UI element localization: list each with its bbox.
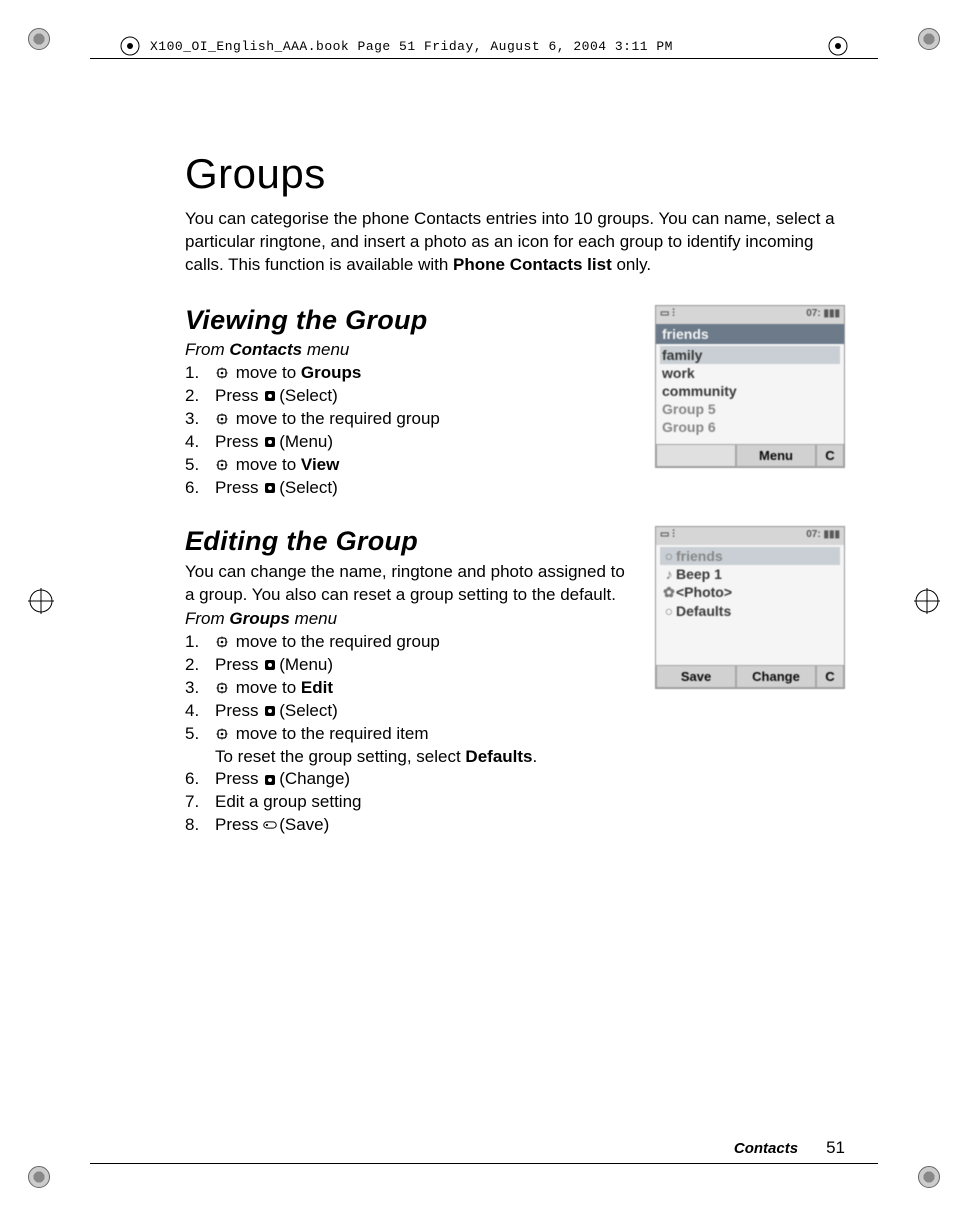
step-item: 5. move to View — [185, 454, 635, 477]
intro-bold: Phone Contacts list — [453, 255, 612, 274]
step-item: 2.Press (Select) — [185, 385, 635, 408]
list-item: ✿<Photo> — [660, 583, 840, 602]
ss-body: familyworkcommunityGroup 5Group 6 — [656, 344, 844, 444]
step-item: 4.Press (Select) — [185, 700, 635, 723]
sel-key-icon — [263, 431, 277, 454]
ss-title: friends — [656, 324, 844, 344]
step-item: 3. move to Edit — [185, 677, 635, 700]
softkey-left — [656, 444, 736, 467]
sel-key-icon — [263, 700, 277, 723]
list-item: work — [660, 364, 840, 382]
nav-key-icon — [215, 677, 229, 700]
step-item: 7.Edit a group setting — [185, 791, 635, 814]
sel-key-icon — [263, 769, 277, 792]
editing-screenshot: ▭ ⫶ 07: ▮▮▮ ○friends♪Beep 1✿<Photo>○Defa… — [655, 526, 845, 689]
step-item: 1. move to Groups — [185, 362, 635, 385]
list-item: community — [660, 382, 840, 400]
nav-key-icon — [215, 408, 229, 431]
list-item: family — [660, 346, 840, 364]
list-item: ○Defaults — [660, 602, 840, 620]
nav-key-icon — [215, 454, 229, 477]
footer-page-number: 51 — [826, 1138, 845, 1158]
step-item: 6.Press (Select) — [185, 477, 635, 500]
editing-desc: You can change the name, ringtone and ph… — [185, 561, 635, 607]
editing-steps: 1. move to the required group2.Press (Me… — [185, 631, 635, 838]
intro-paragraph: You can categorise the phone Contacts en… — [185, 208, 845, 277]
nav-key-icon — [215, 723, 229, 746]
viewing-from-line: From Contacts menu — [185, 340, 635, 360]
viewing-screenshot: ▭ ⫶ 07: ▮▮▮ friends familyworkcommunityG… — [655, 305, 845, 468]
nav-key-icon — [215, 362, 229, 385]
editing-from-line: From Groups menu — [185, 609, 635, 629]
nav-key-icon — [215, 631, 229, 654]
ss-status-right: 07: ▮▮▮ — [806, 308, 840, 322]
list-item: ♪Beep 1 — [660, 565, 840, 583]
header-rule — [90, 58, 878, 59]
ss-body: ○friends♪Beep 1✿<Photo>○Defaults — [656, 545, 844, 665]
step-item: 4.Press (Menu) — [185, 431, 635, 454]
ss-status-left: ▭ ⫶ — [660, 308, 675, 322]
sel-key-icon — [263, 654, 277, 677]
softkey-c: C — [816, 665, 844, 688]
crop-mark-mr — [914, 588, 940, 614]
softkey-menu: Menu — [736, 444, 816, 467]
editing-heading: Editing the Group — [185, 526, 635, 557]
ss-status-right: 07: ▮▮▮ — [806, 529, 840, 543]
page-footer: Contacts 51 — [185, 1138, 845, 1158]
step-item: 8.Press (Save) — [185, 814, 635, 837]
softkey-change: Change — [736, 665, 816, 688]
list-item: ○friends — [660, 547, 840, 565]
running-header: X100_OI_English_AAA.book Page 51 Friday,… — [120, 36, 848, 56]
sel-key-icon — [263, 385, 277, 408]
crop-mark-ml — [28, 588, 54, 614]
crop-mark-tr — [918, 28, 940, 50]
editing-from-bold: Groups — [229, 609, 289, 628]
running-header-text: X100_OI_English_AAA.book Page 51 Friday,… — [150, 39, 673, 54]
viewing-from-bold: Contacts — [229, 340, 302, 359]
intro-text-b: only. — [612, 255, 651, 274]
viewing-steps: 1. move to Groups2.Press (Select)3. move… — [185, 362, 635, 500]
list-item: Group 5 — [660, 400, 840, 418]
ss-status-left: ▭ ⫶ — [660, 529, 675, 543]
step-item: 3. move to the required group — [185, 408, 635, 431]
list-item: Group 6 — [660, 418, 840, 436]
step-item: 6.Press (Change) — [185, 768, 635, 791]
softkey-save: Save — [656, 665, 736, 688]
step-item: 2.Press (Menu) — [185, 654, 635, 677]
editing-from-suffix: menu — [290, 609, 337, 628]
footer-section: Contacts — [734, 1140, 798, 1157]
sel-key-icon — [263, 477, 277, 500]
crop-mark-br — [918, 1166, 940, 1188]
viewing-from-prefix: From — [185, 340, 229, 359]
crop-mark-bl — [28, 1166, 50, 1188]
footer-rule — [90, 1163, 878, 1164]
viewing-from-suffix: menu — [302, 340, 349, 359]
viewing-heading: Viewing the Group — [185, 305, 635, 336]
crop-mark-tl — [28, 28, 50, 50]
save-key-icon — [263, 814, 277, 837]
softkey-c: C — [816, 444, 844, 467]
editing-from-prefix: From — [185, 609, 229, 628]
step-item: 1. move to the required group — [185, 631, 635, 654]
page-title: Groups — [185, 150, 845, 198]
step-item: 5. move to the required itemTo reset the… — [185, 723, 635, 769]
